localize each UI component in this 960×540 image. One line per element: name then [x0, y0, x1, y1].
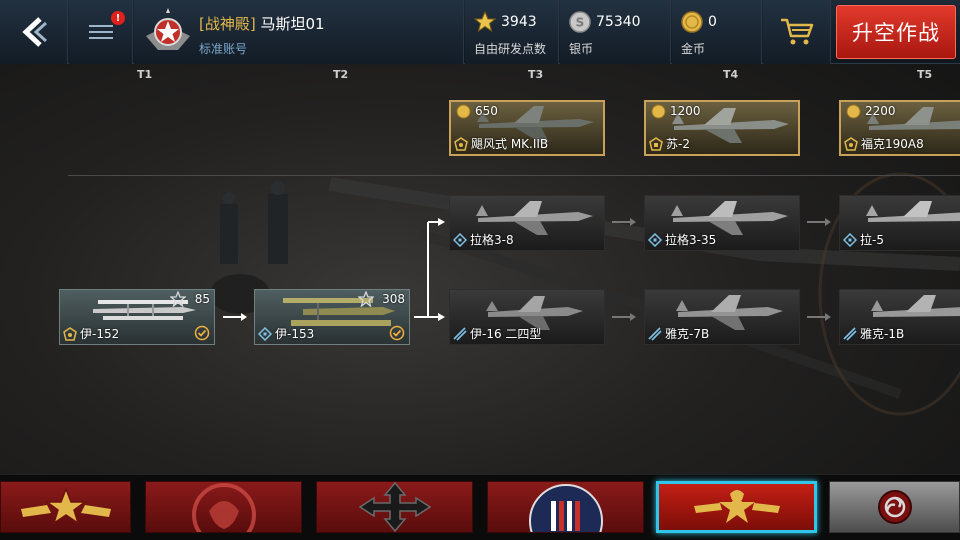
plane-card-tier2[interactable]: 308 伊-153 [254, 289, 410, 345]
plane-card-upper-t4[interactable]: 拉格3-35 [644, 195, 800, 251]
owned-check-icon [389, 325, 405, 341]
plane-name: 伊-153 [275, 327, 315, 341]
tier-label-5: T5 [917, 68, 933, 81]
launch-battle-button[interactable]: 升空作战 [836, 5, 956, 59]
research-star-icon [170, 291, 186, 307]
silver-label: 银币 [569, 42, 594, 56]
plane-name: 苏-2 [666, 137, 690, 151]
plane-card-lower-t4[interactable]: 雅克-7B [644, 289, 800, 345]
fighter-class-icon [453, 233, 467, 247]
tier-label-2: T2 [333, 68, 349, 81]
nation-tab-uk[interactable] [145, 481, 302, 533]
premium-plane-card[interactable]: 650 飓风式 MK.IIB [449, 100, 605, 156]
owned-check-icon [194, 325, 210, 341]
plane-name: 雅克-1B [860, 327, 905, 341]
player-name: [战神殿] 马斯坦01 [199, 13, 325, 34]
gold-label: 金币 [681, 42, 706, 56]
fighter-class-icon [63, 327, 77, 341]
plane-card-upper-t3[interactable]: 拉格3-8 [449, 195, 605, 251]
premium-fighter-class-icon [844, 137, 858, 151]
gold-coin-icon [681, 11, 703, 33]
tier-label-3: T3 [528, 68, 544, 81]
gold-display: 0 金币 [672, 0, 762, 64]
progress-arrow-icon [223, 313, 247, 321]
clan-tag: [战神殿] [199, 15, 256, 33]
research-points-label: 自由研发点数 [474, 42, 547, 56]
gold-coin-icon [651, 104, 666, 119]
fighter-class-icon [258, 327, 272, 341]
plane-name: 伊-16 二四型 [470, 327, 542, 341]
progress-arrow-icon [807, 218, 831, 226]
nation-tab-china[interactable] [0, 481, 131, 533]
research-points: 85 [194, 292, 210, 306]
plane-name: 拉-5 [860, 233, 884, 247]
silver-value: 75340 [596, 14, 641, 30]
nation-tab-usa[interactable] [487, 481, 644, 533]
research-points: 308 [382, 292, 405, 306]
back-arrow-icon [21, 17, 47, 47]
tier-label-1: T1 [137, 68, 153, 81]
plane-name: 拉格3-8 [470, 233, 514, 247]
svg-text:S: S [576, 16, 585, 30]
plane-price: 650 [475, 104, 498, 118]
nation-tab-germany[interactable] [316, 481, 473, 533]
fighter-class-icon [843, 233, 857, 247]
premium-plane-card[interactable]: 2200 福克190A8 [839, 100, 960, 156]
top-bar: ! [战神殿] 马斯坦01 标准账号 3943 自由研发点数 S 75340 银… [0, 0, 960, 64]
premium-divider [68, 175, 960, 176]
gold-value: 0 [708, 14, 717, 30]
plane-name: 飓风式 MK.IIB [471, 137, 549, 151]
premium-plane-card[interactable]: 1200 苏-2 [644, 100, 800, 156]
nation-tab-ussr[interactable] [656, 481, 817, 533]
fighter-class-icon [453, 327, 467, 341]
china-star-emblem-icon [20, 486, 111, 525]
research-points-value: 3943 [501, 14, 537, 30]
star-icon [474, 11, 496, 33]
account-type: 标准账号 [199, 42, 248, 56]
iron-cross-icon [358, 482, 431, 532]
shop-cart-button[interactable] [763, 0, 831, 64]
gold-coin-icon [846, 104, 861, 119]
fighter-class-icon [648, 233, 662, 247]
player-nickname: 马斯坦01 [260, 15, 325, 33]
us-star-roundel-icon [528, 484, 603, 532]
player-profile[interactable]: [战神殿] 马斯坦01 标准账号 [134, 0, 464, 64]
plane-name: 拉格3-35 [665, 233, 717, 247]
fighter-class-icon [648, 327, 662, 341]
plane-name: 福克190A8 [861, 137, 924, 151]
fighter-class-icon [843, 327, 857, 341]
research-star-icon [358, 291, 374, 307]
menu-icon [88, 25, 113, 39]
rank-emblem-icon [146, 8, 190, 50]
plane-card-lower-t5[interactable]: 雅克-1B [839, 289, 960, 345]
tomoe-emblem-icon [877, 490, 912, 524]
premium-attacker-class-icon [649, 137, 663, 151]
progress-arrow-icon [612, 313, 636, 321]
cart-icon [780, 18, 813, 45]
progress-arrow-icon [807, 313, 831, 321]
plane-name: 伊-152 [80, 327, 120, 341]
premium-fighter-class-icon [454, 137, 468, 151]
plane-price: 1200 [670, 104, 701, 118]
plane-card-tier1[interactable]: 85 伊-152 [59, 289, 215, 345]
plane-price: 2200 [865, 104, 896, 118]
research-points-display: 3943 自由研发点数 [465, 0, 559, 64]
lion-emblem-icon [191, 483, 256, 532]
menu-button[interactable]: ! [69, 0, 133, 64]
notification-badge: ! [111, 11, 125, 25]
progress-arrow-icon [612, 218, 636, 226]
soviet-bear-star-icon [693, 490, 780, 523]
plane-name: 雅克-7B [665, 327, 710, 341]
silver-coin-icon: S [569, 11, 591, 33]
silver-display: S 75340 银币 [560, 0, 671, 64]
nation-tab-japan[interactable] [829, 481, 960, 533]
back-button[interactable] [0, 0, 68, 64]
plane-card-lower-t3[interactable]: 伊-16 二四型 [449, 289, 605, 345]
gold-coin-icon [456, 104, 471, 119]
tier-label-4: T4 [723, 68, 739, 81]
plane-card-upper-t5[interactable]: 拉-5 [839, 195, 960, 251]
branch-connector [414, 218, 445, 321]
